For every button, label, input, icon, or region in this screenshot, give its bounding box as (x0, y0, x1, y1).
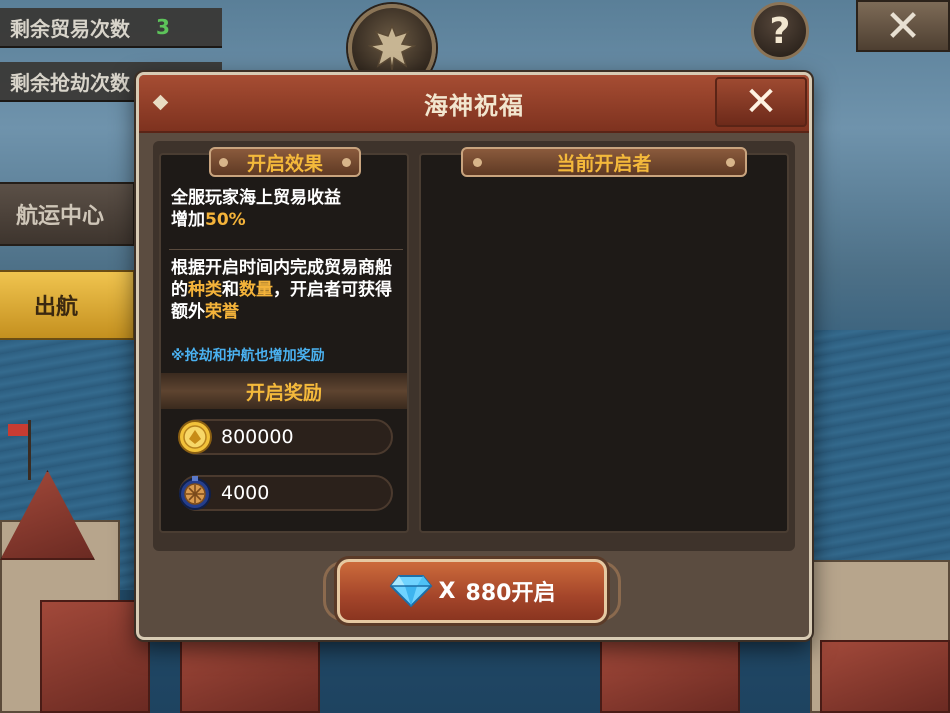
openers-header: 当前开启者 (461, 147, 747, 177)
reward-item-gold: 800000 (178, 419, 393, 455)
rule-description: 根据开启时间内完成贸易商船的种类和数量，开启者可获得额外荣誉 (171, 257, 405, 323)
effect-panel: 开启效果 全服玩家海上贸易收益 增加50% 根据开启时间内完成贸易商船的种类和数… (159, 147, 409, 533)
dialog-title: 海神祝福 (424, 91, 524, 120)
trade-remaining-label: 剩余贸易次数 (10, 16, 130, 41)
open-button-label: 880开启 (465, 581, 556, 606)
effect-header: 开启效果 (209, 147, 361, 177)
rule-kind: 种类 (188, 280, 222, 300)
dialog-body: 开启效果 全服玩家海上贸易收益 增加50% 根据开启时间内完成贸易商船的种类和数… (153, 141, 795, 551)
eagle-icon (368, 23, 416, 71)
shipping-center-button[interactable]: 航运中心 (0, 182, 135, 246)
open-blessing-button[interactable]: X 880开启 (337, 559, 607, 623)
reward-header-label: 开启奖励 (245, 381, 322, 404)
openers-header-label: 当前开启者 (556, 152, 652, 175)
effect-line2: 增加50% (171, 209, 403, 231)
plaque-dot (342, 158, 351, 167)
building-roof (40, 600, 150, 713)
effect-line1: 全服玩家海上贸易收益 (171, 188, 341, 208)
sail-button[interactable]: 出航 (0, 270, 135, 340)
flag (8, 424, 28, 436)
plaque-dot (219, 158, 228, 167)
trade-remaining-row: 剩余贸易次数 3 (0, 8, 222, 48)
reward-medal-value: 4000 (221, 482, 270, 504)
rule-and: 和 (222, 280, 239, 300)
dialog-close-button[interactable]: ✕ (715, 77, 807, 127)
gold-coin-icon (178, 420, 212, 454)
diamond-icon (389, 575, 432, 608)
help-button[interactable]: ? (751, 2, 809, 60)
shipping-center-label: 航运中心 (16, 204, 105, 229)
reward-gold-value: 800000 (221, 426, 294, 448)
effect-description: 全服玩家海上贸易收益 增加50% (171, 187, 403, 231)
compass-medal-icon (179, 476, 211, 510)
building-roof (820, 640, 950, 713)
trade-remaining-count: 3 (156, 15, 170, 39)
rule-honor: 荣誉 (205, 302, 239, 322)
flag-pole (28, 420, 31, 480)
diamond-ornament-icon (152, 94, 169, 111)
building-roof (180, 630, 320, 713)
bonus-note: ※抢劫和护航也增加奖励 (171, 348, 325, 364)
plaque-dot (473, 158, 482, 167)
sail-label: 出航 (34, 295, 79, 320)
reward-header: 开启奖励 (161, 373, 407, 409)
current-openers-panel: 当前开启者 (419, 147, 789, 533)
effect-line2-prefix: 增加 (171, 210, 205, 230)
dialog-header: 海神祝福 ✕ (139, 75, 809, 133)
plunder-remaining-label: 剩余抢劫次数 (10, 70, 130, 95)
effect-bonus-value: 50% (205, 210, 246, 230)
building-roof (600, 640, 740, 713)
poseidon-blessing-dialog: 海神祝福 ✕ 开启效果 全服玩家海上贸易收益 增加50% 根据开启时间内完成贸易… (136, 72, 812, 640)
reward-item-medal: 4000 (179, 475, 393, 511)
close-screen-button[interactable]: ✕ (856, 0, 950, 52)
plaque-dot (726, 158, 735, 167)
divider (169, 249, 403, 250)
cost-multiplier: X (438, 578, 456, 604)
rule-quantity: 数量 (239, 280, 273, 300)
effect-header-label: 开启效果 (246, 152, 323, 175)
